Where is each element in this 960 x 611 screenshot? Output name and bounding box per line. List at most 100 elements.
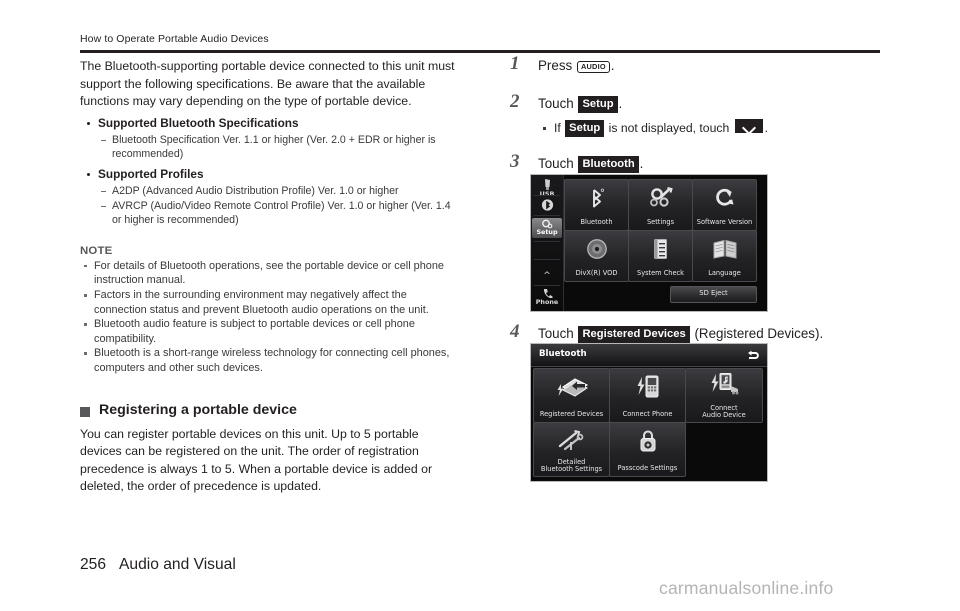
tile-registered-devices[interactable]: Registered Devices: [533, 368, 610, 423]
sidebar-item-setup-label: Setup: [536, 228, 558, 236]
tile-bluetooth[interactable]: Bluetooth: [564, 179, 629, 231]
step-number: 2: [510, 91, 520, 112]
step-lead: Touch: [538, 326, 574, 341]
step-text: Touch Registered Devices (Registered Dev…: [538, 324, 888, 344]
sd-eject-button[interactable]: SD Eject: [670, 286, 757, 303]
spec-item: A2DP (Advanced Audio Distribution Profil…: [80, 184, 460, 198]
tile-label: Language: [708, 269, 741, 278]
setup-tile-grid: Bluetooth Settings Software Version DivX…: [564, 177, 765, 309]
sidebar-divider: [534, 195, 560, 196]
spec-group-profiles: Supported Profiles A2DP (Advanced Audio …: [80, 166, 460, 228]
step-3: 3 Touch Bluetooth.: [508, 151, 888, 174]
sidebar-divider: [534, 241, 560, 242]
tile-label: Detailed Bluetooth Settings: [540, 457, 603, 474]
manual-page: How to Operate Portable Audio Devices Th…: [0, 0, 960, 611]
tile-label: System Check: [637, 269, 684, 278]
bluetooth-chip: Bluetooth: [578, 156, 639, 173]
step-lead: Touch: [538, 96, 574, 111]
step-tail: .: [639, 156, 644, 171]
sidebar-item-phone[interactable]: Phone: [532, 288, 562, 306]
tile-divx-vod[interactable]: DivX(R) VOD: [564, 230, 629, 282]
sidebar-item-usb-label: USB: [539, 190, 555, 198]
tile-passcode-settings[interactable]: Passcode Settings: [609, 422, 686, 477]
step-number: 3: [510, 151, 520, 172]
step-text: Touch Setup.: [538, 94, 888, 114]
step-1: 1 Press AUDIO.: [508, 53, 888, 76]
step-tail: .: [610, 58, 615, 73]
section-heading-text: Registering a portable device: [99, 401, 297, 418]
note-item: Bluetooth is a short-range wireless tech…: [80, 346, 460, 375]
spec-group-title: Supported Profiles: [80, 166, 460, 183]
tile-settings[interactable]: Settings: [628, 179, 693, 231]
page-number: 256: [80, 556, 107, 573]
substep-mid: is not displayed, touch: [608, 121, 730, 135]
bluetooth-screen-figure: Bluetooth Registered Devices Connect Pho…: [530, 343, 768, 482]
step-lead: Press: [538, 58, 573, 73]
note-item: Bluetooth audio feature is subject to po…: [80, 317, 460, 346]
setup-chip: Setup: [578, 96, 618, 113]
intro-paragraph: The Bluetooth-supporting portable device…: [80, 59, 455, 109]
sidebar-divider: [534, 285, 560, 286]
spec-group-bluetooth: Supported Bluetooth Specifications Bluet…: [80, 115, 460, 162]
disc-icon: [565, 236, 628, 262]
bluetooth-screen-title: Bluetooth: [539, 349, 587, 359]
square-bullet-icon: [80, 406, 90, 417]
tile-label: DivX(R) VOD: [575, 269, 618, 278]
step-2: 2 Touch Setup. If Setup is not displayed…: [508, 91, 888, 137]
sidebar-divider: [534, 215, 560, 216]
sidebar-item-scroll-up[interactable]: ^: [532, 271, 562, 281]
tile-software-version[interactable]: Software Version: [692, 179, 757, 231]
step-number: 4: [510, 321, 520, 342]
sidebar-item-bluetooth[interactable]: [532, 198, 562, 212]
setup-screen-sidebar: USB Setup ^ Phone: [531, 175, 564, 311]
substep-tail: .: [764, 121, 769, 135]
tile-label: Connect Audio Device: [702, 403, 746, 420]
setup-chip: Setup: [565, 120, 605, 137]
tools-icon: [534, 428, 609, 454]
audio-hard-key: AUDIO: [576, 60, 610, 73]
bluetooth-tile-grid: Registered Devices Connect Phone Connect…: [533, 368, 765, 479]
tile-label: Connect Phone: [622, 410, 673, 419]
tile-label: Bluetooth: [580, 218, 613, 227]
tile-label: Registered Devices: [539, 410, 604, 419]
step-lead: Touch: [538, 156, 574, 171]
connect-phone-icon: [610, 374, 685, 400]
sidebar-item-setup[interactable]: Setup: [532, 218, 562, 238]
running-head: How to Operate Portable Audio Devices: [80, 33, 269, 45]
tile-connect-phone[interactable]: Connect Phone: [609, 368, 686, 423]
tile-system-check[interactable]: System Check: [628, 230, 693, 282]
tile-label: Passcode Settings: [617, 464, 678, 473]
step-tail: .: [618, 96, 623, 111]
step-4: 4 Touch Registered Devices (Registered D…: [508, 321, 888, 344]
chevron-down-chip-icon: [734, 119, 763, 133]
step-number: 1: [510, 53, 520, 74]
tile-language[interactable]: Language: [692, 230, 757, 282]
note-item: Factors in the surrounding environment m…: [80, 288, 460, 317]
connect-audio-device-icon: [686, 371, 762, 397]
section-body: You can register portable devices on thi…: [80, 426, 433, 494]
section-heading: Registering a portable device: [80, 402, 460, 418]
note-title: NOTE: [80, 244, 113, 257]
sidebar-item-phone-label: Phone: [535, 298, 559, 306]
watermark: carmanualsonline.info: [659, 578, 834, 598]
tile-detailed-bluetooth-settings[interactable]: Detailed Bluetooth Settings: [533, 422, 610, 477]
refresh-circle-icon: [693, 185, 756, 211]
chapter-name: Audio and Visual: [119, 556, 236, 573]
chevron-up-icon: ^: [543, 271, 551, 281]
padlock-icon: [610, 428, 685, 454]
back-arrow-icon[interactable]: [746, 348, 760, 362]
spec-group-title: Supported Bluetooth Specifications: [80, 115, 460, 132]
header-rule: [80, 50, 880, 53]
bluetooth-screen-titlebar: Bluetooth: [531, 344, 767, 367]
step-text: Press AUDIO.: [538, 56, 888, 76]
sidebar-divider: [534, 259, 560, 260]
substep-lead: If: [554, 121, 561, 135]
tile-connect-audio-device[interactable]: Connect Audio Device: [685, 368, 763, 423]
step-tail: (Registered Devices).: [694, 326, 824, 341]
gears-wrench-icon: [629, 185, 692, 211]
note-item: For details of Bluetooth operations, see…: [80, 259, 460, 288]
tile-label: Settings: [646, 218, 675, 227]
step-2-substep: If Setup is not displayed, touch .: [538, 119, 888, 137]
registered-devices-icon: [534, 374, 609, 400]
checklist-icon: [629, 236, 692, 262]
